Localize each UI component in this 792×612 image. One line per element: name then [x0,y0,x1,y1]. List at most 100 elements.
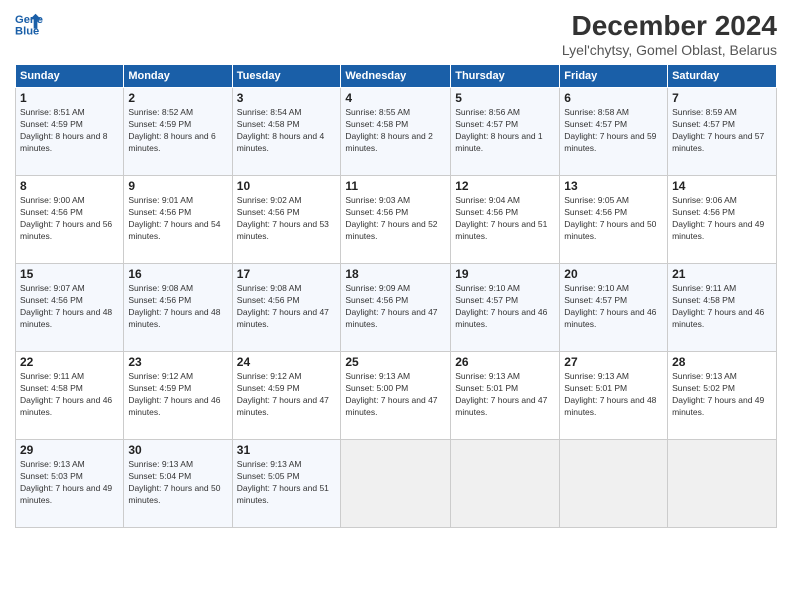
calendar-cell: 17 Sunrise: 9:08 AMSunset: 4:56 PMDaylig… [232,264,341,352]
col-friday: Friday [560,65,668,88]
calendar-body: 1 Sunrise: 8:51 AMSunset: 4:59 PMDayligh… [16,88,777,528]
calendar-cell: 1 Sunrise: 8:51 AMSunset: 4:59 PMDayligh… [16,88,124,176]
calendar-cell: 28 Sunrise: 9:13 AMSunset: 5:02 PMDaylig… [668,352,777,440]
day-info: Sunrise: 8:59 AMSunset: 4:57 PMDaylight:… [672,107,772,155]
calendar-cell: 29 Sunrise: 9:13 AMSunset: 5:03 PMDaylig… [16,440,124,528]
col-tuesday: Tuesday [232,65,341,88]
calendar-cell: 5 Sunrise: 8:56 AMSunset: 4:57 PMDayligh… [451,88,560,176]
day-info: Sunrise: 9:05 AMSunset: 4:56 PMDaylight:… [564,195,663,243]
day-info: Sunrise: 9:08 AMSunset: 4:56 PMDaylight:… [237,283,337,331]
day-number: 20 [564,267,663,281]
calendar-cell: 9 Sunrise: 9:01 AMSunset: 4:56 PMDayligh… [124,176,232,264]
calendar-cell: 27 Sunrise: 9:13 AMSunset: 5:01 PMDaylig… [560,352,668,440]
day-info: Sunrise: 9:11 AMSunset: 4:58 PMDaylight:… [20,371,119,419]
day-info: Sunrise: 9:08 AMSunset: 4:56 PMDaylight:… [128,283,227,331]
day-number: 22 [20,355,119,369]
calendar-cell: 13 Sunrise: 9:05 AMSunset: 4:56 PMDaylig… [560,176,668,264]
day-number: 8 [20,179,119,193]
calendar-cell: 19 Sunrise: 9:10 AMSunset: 4:57 PMDaylig… [451,264,560,352]
calendar-week-2: 15 Sunrise: 9:07 AMSunset: 4:56 PMDaylig… [16,264,777,352]
day-number: 18 [345,267,446,281]
logo: General Blue [15,10,43,38]
calendar-cell: 20 Sunrise: 9:10 AMSunset: 4:57 PMDaylig… [560,264,668,352]
logo-icon: General Blue [15,10,43,38]
day-number: 24 [237,355,337,369]
day-info: Sunrise: 9:13 AMSunset: 5:02 PMDaylight:… [672,371,772,419]
calendar-header: Sunday Monday Tuesday Wednesday Thursday… [16,65,777,88]
day-info: Sunrise: 8:51 AMSunset: 4:59 PMDaylight:… [20,107,119,155]
day-info: Sunrise: 8:52 AMSunset: 4:59 PMDaylight:… [128,107,227,155]
day-info: Sunrise: 9:07 AMSunset: 4:56 PMDaylight:… [20,283,119,331]
calendar-cell: 30 Sunrise: 9:13 AMSunset: 5:04 PMDaylig… [124,440,232,528]
day-number: 2 [128,91,227,105]
calendar-cell: 25 Sunrise: 9:13 AMSunset: 5:00 PMDaylig… [341,352,451,440]
calendar-cell: 10 Sunrise: 9:02 AMSunset: 4:56 PMDaylig… [232,176,341,264]
calendar-cell: 18 Sunrise: 9:09 AMSunset: 4:56 PMDaylig… [341,264,451,352]
calendar-cell: 11 Sunrise: 9:03 AMSunset: 4:56 PMDaylig… [341,176,451,264]
day-info: Sunrise: 9:02 AMSunset: 4:56 PMDaylight:… [237,195,337,243]
day-number: 13 [564,179,663,193]
day-number: 16 [128,267,227,281]
calendar-cell [341,440,451,528]
title-block: December 2024 Lyel'chytsy, Gomel Oblast,… [562,10,777,58]
day-info: Sunrise: 8:56 AMSunset: 4:57 PMDaylight:… [455,107,555,155]
day-number: 19 [455,267,555,281]
calendar-cell: 24 Sunrise: 9:12 AMSunset: 4:59 PMDaylig… [232,352,341,440]
day-number: 30 [128,443,227,457]
day-info: Sunrise: 9:13 AMSunset: 5:01 PMDaylight:… [564,371,663,419]
col-thursday: Thursday [451,65,560,88]
day-info: Sunrise: 8:54 AMSunset: 4:58 PMDaylight:… [237,107,337,155]
day-number: 5 [455,91,555,105]
col-saturday: Saturday [668,65,777,88]
day-info: Sunrise: 9:04 AMSunset: 4:56 PMDaylight:… [455,195,555,243]
day-info: Sunrise: 9:12 AMSunset: 4:59 PMDaylight:… [128,371,227,419]
col-wednesday: Wednesday [341,65,451,88]
calendar-cell: 12 Sunrise: 9:04 AMSunset: 4:56 PMDaylig… [451,176,560,264]
day-number: 25 [345,355,446,369]
day-info: Sunrise: 9:13 AMSunset: 5:01 PMDaylight:… [455,371,555,419]
day-number: 11 [345,179,446,193]
calendar-table: Sunday Monday Tuesday Wednesday Thursday… [15,64,777,528]
day-number: 31 [237,443,337,457]
day-info: Sunrise: 9:13 AMSunset: 5:03 PMDaylight:… [20,459,119,507]
header: General Blue December 2024 Lyel'chytsy, … [15,10,777,58]
calendar-cell: 3 Sunrise: 8:54 AMSunset: 4:58 PMDayligh… [232,88,341,176]
calendar-cell: 6 Sunrise: 8:58 AMSunset: 4:57 PMDayligh… [560,88,668,176]
day-number: 29 [20,443,119,457]
calendar-cell: 14 Sunrise: 9:06 AMSunset: 4:56 PMDaylig… [668,176,777,264]
day-number: 21 [672,267,772,281]
day-number: 28 [672,355,772,369]
day-info: Sunrise: 9:13 AMSunset: 5:05 PMDaylight:… [237,459,337,507]
day-info: Sunrise: 9:12 AMSunset: 4:59 PMDaylight:… [237,371,337,419]
day-info: Sunrise: 9:06 AMSunset: 4:56 PMDaylight:… [672,195,772,243]
svg-text:General: General [15,14,43,26]
day-number: 12 [455,179,555,193]
day-number: 15 [20,267,119,281]
calendar-cell: 26 Sunrise: 9:13 AMSunset: 5:01 PMDaylig… [451,352,560,440]
calendar-cell: 7 Sunrise: 8:59 AMSunset: 4:57 PMDayligh… [668,88,777,176]
day-number: 23 [128,355,227,369]
day-number: 3 [237,91,337,105]
calendar-week-1: 8 Sunrise: 9:00 AMSunset: 4:56 PMDayligh… [16,176,777,264]
calendar-cell: 23 Sunrise: 9:12 AMSunset: 4:59 PMDaylig… [124,352,232,440]
calendar-cell: 21 Sunrise: 9:11 AMSunset: 4:58 PMDaylig… [668,264,777,352]
day-info: Sunrise: 9:13 AMSunset: 5:04 PMDaylight:… [128,459,227,507]
day-info: Sunrise: 8:55 AMSunset: 4:58 PMDaylight:… [345,107,446,155]
page: General Blue December 2024 Lyel'chytsy, … [0,0,792,612]
calendar-week-3: 22 Sunrise: 9:11 AMSunset: 4:58 PMDaylig… [16,352,777,440]
calendar-cell: 22 Sunrise: 9:11 AMSunset: 4:58 PMDaylig… [16,352,124,440]
calendar-week-4: 29 Sunrise: 9:13 AMSunset: 5:03 PMDaylig… [16,440,777,528]
calendar-cell: 2 Sunrise: 8:52 AMSunset: 4:59 PMDayligh… [124,88,232,176]
day-number: 1 [20,91,119,105]
day-number: 7 [672,91,772,105]
calendar-cell: 15 Sunrise: 9:07 AMSunset: 4:56 PMDaylig… [16,264,124,352]
calendar-cell: 31 Sunrise: 9:13 AMSunset: 5:05 PMDaylig… [232,440,341,528]
main-title: December 2024 [562,10,777,42]
day-number: 14 [672,179,772,193]
day-number: 9 [128,179,227,193]
calendar-cell: 4 Sunrise: 8:55 AMSunset: 4:58 PMDayligh… [341,88,451,176]
day-info: Sunrise: 9:03 AMSunset: 4:56 PMDaylight:… [345,195,446,243]
day-number: 4 [345,91,446,105]
day-info: Sunrise: 9:13 AMSunset: 5:00 PMDaylight:… [345,371,446,419]
day-info: Sunrise: 9:01 AMSunset: 4:56 PMDaylight:… [128,195,227,243]
